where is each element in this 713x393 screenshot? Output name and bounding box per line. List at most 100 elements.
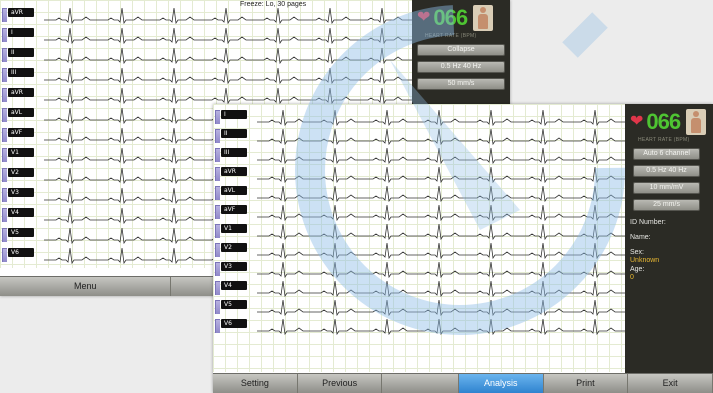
heart-icon: ❤ (417, 9, 431, 26)
lead-label: III (221, 148, 247, 157)
calibration-marker (2, 208, 7, 222)
lead-label: V4 (8, 208, 34, 217)
calibration-marker (2, 128, 7, 142)
previous-button[interactable]: Previous (298, 374, 383, 393)
setting-button[interactable]: Setting (213, 374, 298, 393)
ecg-waveform (257, 204, 673, 222)
ecg-lead-row: V6 (213, 317, 673, 337)
ecg-waveform (44, 67, 460, 85)
lead-label: V3 (221, 262, 247, 271)
calibration-marker (2, 8, 7, 22)
ecg-lead-row: II (0, 46, 460, 66)
id-number-label: ID Number: (630, 219, 666, 226)
lead-label: V6 (221, 319, 247, 328)
ecg-waveform (257, 223, 673, 241)
lead-label: V2 (221, 243, 247, 252)
channel-mode-button[interactable]: Auto 6 channel (633, 148, 701, 160)
ecg-lead-row: V1 (213, 222, 673, 242)
calibration-marker (215, 148, 220, 162)
ecg-lead-row: II (213, 127, 673, 147)
print-button[interactable]: Print (544, 374, 629, 393)
ecg-waveform (257, 318, 673, 336)
ecg-lead-row: aVF (213, 203, 673, 223)
calibration-marker (215, 281, 220, 295)
lead-label: V3 (8, 188, 34, 197)
ecg-waveform (257, 109, 673, 127)
lead-label: V5 (221, 300, 247, 309)
collapse-button[interactable]: Collapse (417, 44, 505, 56)
sex-label: Sex: (630, 249, 645, 256)
calibration-marker (2, 88, 7, 102)
blank-button[interactable] (382, 374, 459, 393)
lead-label: V6 (8, 248, 34, 257)
ecg-waveform (44, 7, 460, 25)
lead-label: V5 (8, 228, 34, 237)
heart-rate-label: HEART RATE (BPM) (638, 137, 690, 143)
lead-label: aVR (8, 8, 34, 17)
ecg-lead-row: V3 (213, 260, 673, 280)
calibration-marker (2, 148, 7, 162)
lead-label: V1 (221, 224, 247, 233)
bottom-toolbar: Setting Previous Analysis Print Exit (213, 373, 713, 393)
lead-label: aVR (8, 88, 34, 97)
ecg-lead-row: aVL (213, 184, 673, 204)
heart-rate-label: HEART RATE (BPM) (425, 33, 477, 39)
ecg-waveform (257, 128, 673, 146)
ecg-lead-row: aVR (213, 165, 673, 185)
lead-label: aVF (8, 128, 34, 137)
ecg-waveform (257, 280, 673, 298)
side-panel: ❤ 066 HEART RATE (BPM) Auto 6 channel 0.… (625, 104, 713, 393)
filter-button[interactable]: 0.5 Hz 40 Hz (633, 165, 701, 177)
name-label: Name: (630, 234, 651, 241)
calibration-marker (2, 188, 7, 202)
ecg-lead-row: III (213, 146, 673, 166)
speed-button[interactable]: 50 mm/s (417, 78, 505, 90)
calibration-marker (215, 110, 220, 124)
speed-button[interactable]: 25 mm/s (633, 199, 701, 211)
calibration-marker (215, 205, 220, 219)
lead-label: aVR (221, 167, 247, 176)
lead-label: aVL (8, 108, 34, 117)
filter-button[interactable]: 0.5 Hz 40 Hz (417, 61, 505, 73)
lead-label: V1 (8, 148, 34, 157)
lead-label: I (8, 28, 34, 37)
ecg-grid: I II III aVR aVL aVF V1 V2 V3 V4 V5 V6 (213, 104, 673, 372)
calibration-marker (2, 108, 7, 122)
ecg-waveform (257, 242, 673, 260)
ecg-lead-row: V5 (213, 298, 673, 318)
age-value: 0 (630, 274, 634, 281)
lead-label: II (221, 129, 247, 138)
ecg-lead-row: V2 (213, 241, 673, 261)
calibration-marker (215, 129, 220, 143)
heart-icon: ❤ (630, 113, 644, 130)
exit-button[interactable]: Exit (628, 374, 713, 393)
ecg-lead-row: aVR (0, 86, 460, 106)
lead-label: aVF (221, 205, 247, 214)
calibration-marker (215, 262, 220, 276)
human-body-icon (473, 5, 494, 31)
ecg-waveform (257, 185, 673, 203)
calibration-marker (215, 186, 220, 200)
menu-button[interactable]: Menu (0, 277, 172, 296)
ecg-waveform (257, 166, 673, 184)
lead-label: I (221, 110, 247, 119)
calibration-marker (215, 319, 220, 333)
analysis-button[interactable]: Analysis (458, 374, 544, 393)
lead-label: II (8, 48, 34, 57)
lead-label: III (8, 68, 34, 77)
ecg-lead-row: I (0, 26, 460, 46)
human-body-icon (686, 109, 707, 135)
ecg-waveform (44, 47, 460, 65)
calibration-marker (2, 28, 7, 42)
ecg-waveform (257, 299, 673, 317)
calibration-marker (2, 228, 7, 242)
gain-button[interactable]: 10 mm/mV (633, 182, 701, 194)
calibration-marker (2, 48, 7, 62)
lead-label: V4 (221, 281, 247, 290)
calibration-marker (215, 300, 220, 314)
lead-label: V2 (8, 168, 34, 177)
ecg-lead-row: III (0, 66, 460, 86)
ecg-waveform (257, 261, 673, 279)
ecg-waveform (257, 147, 673, 165)
ecg-waveform (44, 27, 460, 45)
